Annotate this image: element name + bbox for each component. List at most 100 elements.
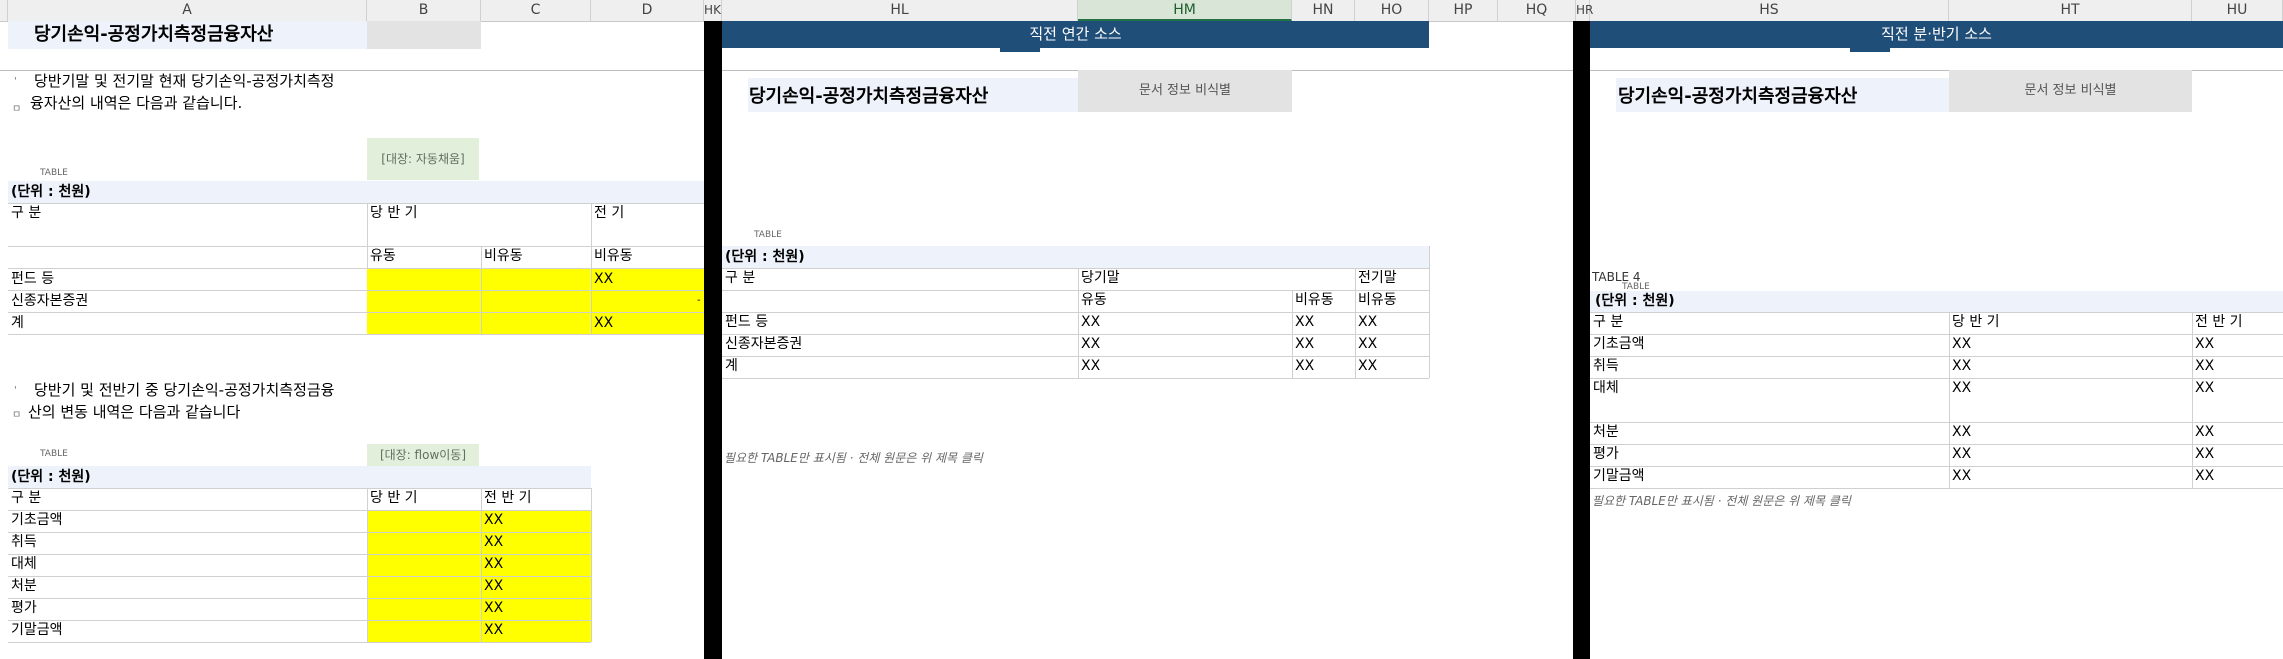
left-table-2-row-label: 대체	[11, 556, 37, 572]
mid-table-header-current: 당기말	[1081, 270, 1120, 286]
column-header-C[interactable]: C	[481, 0, 591, 21]
left-paragraph-2-line-2: 산의 변동 내역은 다음과 같습니다	[28, 403, 241, 421]
column-header-HM[interactable]: HM	[1078, 0, 1292, 21]
right-table-cell: XX	[2195, 446, 2215, 462]
right-doc-info: 문서 정보 비식별	[1949, 70, 2192, 112]
left-table-1-unit: (단위 : 천원)	[11, 184, 91, 200]
mid-table-subheader-current: 유동	[1081, 292, 1107, 308]
left-table-2-cell[interactable]: XX	[481, 510, 503, 530]
mid-doc-info: 문서 정보 비식별	[1078, 70, 1292, 112]
right-table-unit: (단위 : 천원)	[1595, 293, 1675, 309]
left-table-1-header-gubun: 구 분	[11, 205, 42, 221]
right-table-row-label: 평가	[1593, 446, 1619, 462]
column-header-HL[interactable]: HL	[722, 0, 1078, 21]
right-table-cell: XX	[1952, 424, 1972, 440]
column-header-B[interactable]: B	[367, 0, 481, 21]
left-table-2-row-label: 기초금액	[11, 512, 63, 528]
right-table-cell: XX	[1952, 446, 1972, 462]
left-paragraph-2-mark: ㅁ	[12, 410, 22, 421]
left-table-1-cell[interactable]: XX	[591, 269, 613, 289]
column-header-HS[interactable]: HS	[1590, 0, 1949, 21]
mid-table-cell: XX	[1358, 314, 1378, 330]
column-header-A[interactable]: A	[8, 0, 367, 21]
right-table-cell: XX	[2195, 468, 2215, 484]
mid-table-cell: XX	[1295, 314, 1315, 330]
mid-table-unit: (단위 : 천원)	[725, 249, 805, 265]
select-all-corner[interactable]	[0, 0, 8, 21]
right-table-row-label: 처분	[1593, 424, 1619, 440]
right-table-cell: XX	[2195, 358, 2215, 374]
left-table-1-input-area[interactable]	[367, 269, 704, 334]
left-table-2-header-gubun: 구 분	[11, 490, 42, 506]
separator-bar-right	[1573, 21, 1590, 659]
right-table-header-prior: 전 반 기	[2195, 314, 2243, 330]
mid-table-row-label: 계	[725, 358, 738, 374]
right-source-banner[interactable]: 직전 분·반기 소스	[1590, 21, 2283, 48]
left-table-2-cell[interactable]: XX	[481, 532, 503, 552]
right-banner-notch	[1850, 46, 1890, 52]
right-table-cell: XX	[1952, 336, 1972, 352]
mid-banner-notch	[1000, 46, 1040, 52]
left-table-1-subheader-prior-noncurrent: 비유동	[594, 248, 633, 264]
left-table-2-label: TABLE	[40, 449, 68, 459]
mid-table-cell: XX	[1081, 314, 1101, 330]
left-table-1-row-label: 계	[11, 315, 24, 331]
left-page-title: 당기손익-공정가치측정금융자산	[34, 24, 274, 45]
right-table-cell: XX	[2195, 424, 2215, 440]
column-header-HQ[interactable]: HQ	[1498, 0, 1576, 21]
left-table-2-row-label: 처분	[11, 578, 37, 594]
mid-source-banner[interactable]: 직전 연간 소스	[722, 21, 1429, 48]
left-table-2-cell[interactable]: XX	[481, 620, 503, 640]
right-table-cell: XX	[1952, 468, 1972, 484]
left-table-2-row-label: 기말금액	[11, 622, 63, 638]
left-table-2-cell[interactable]: XX	[481, 598, 503, 618]
left-paragraph-2-tick: '	[14, 385, 17, 396]
mid-table-subheader-prior-noncurrent: 비유동	[1358, 292, 1397, 308]
right-table-row-label: 대체	[1593, 380, 1619, 396]
left-paragraph-1-mark: ㅁ	[12, 104, 22, 115]
left-paragraph-1-line-1: 당반기말 및 전기말 현재 당기손익-공정가치측정	[34, 72, 335, 90]
right-table-cell: XX	[1952, 380, 1972, 396]
mid-table-subheader-noncurrent: 비유동	[1295, 292, 1334, 308]
column-header-HR[interactable]: HR	[1576, 0, 1593, 21]
left-table-1-cell[interactable]: XX	[591, 313, 613, 333]
left-title-gray-cell	[367, 21, 481, 49]
left-table-1-header-current: 당 반 기	[370, 205, 418, 221]
mid-table-row-label: 신종자본증권	[725, 336, 803, 352]
left-table-2-cell[interactable]: XX	[481, 554, 503, 574]
left-table-2-unit-row	[8, 466, 591, 488]
mid-table-header-prior: 전기말	[1358, 270, 1397, 286]
left-table-1-row-label: 펀드 등	[11, 271, 55, 287]
left-table-1-subheader-noncurrent: 비유동	[484, 248, 523, 264]
mid-table-cell: XX	[1358, 358, 1378, 374]
left-table-2-header-prior: 전 반 기	[484, 490, 532, 506]
left-table-2-header-current: 당 반 기	[370, 490, 418, 506]
column-header-bar: A B C D HK HL HM HN HO HP HQ HR HS HT HU	[0, 0, 2283, 22]
column-header-HO[interactable]: HO	[1355, 0, 1429, 21]
column-header-HU[interactable]: HU	[2192, 0, 2283, 21]
mid-title[interactable]: 당기손익-공정가치측정금융자산	[749, 85, 988, 109]
mid-table-label: TABLE	[754, 230, 782, 240]
mid-table-cell: XX	[1295, 336, 1315, 352]
right-title[interactable]: 당기손익-공정가치측정금융자산	[1618, 85, 1857, 109]
column-header-HK[interactable]: HK	[704, 0, 722, 21]
right-table-cell: XX	[2195, 380, 2215, 396]
right-table-row-label: 기초금액	[1593, 336, 1645, 352]
mid-note: 필요한 TABLE만 표시됨 · 전체 원문은 위 제목 클릭	[724, 451, 983, 465]
left-target-label-2: [대장: flow이동]	[367, 444, 479, 466]
right-table-header-gubun: 구 분	[1593, 314, 1624, 330]
left-table-1-dash: -	[697, 295, 701, 306]
left-paragraph-2-line-1: 당반기 및 전반기 중 당기손익-공정가치측정금융	[34, 381, 335, 399]
column-header-HT[interactable]: HT	[1949, 0, 2192, 21]
column-header-HP[interactable]: HP	[1429, 0, 1498, 21]
column-header-D[interactable]: D	[591, 0, 704, 21]
separator-bar-left	[704, 21, 722, 659]
column-header-HN[interactable]: HN	[1292, 0, 1355, 21]
mid-table-unit-row	[722, 246, 1429, 268]
right-table-unit-row	[1590, 291, 2283, 312]
left-table-2-cell[interactable]: XX	[481, 576, 503, 596]
mid-table-header-gubun: 구 분	[725, 270, 756, 286]
left-table-1-label: TABLE	[40, 168, 68, 178]
left-table-1-row-label: 신종자본증권	[11, 293, 89, 309]
left-table-1-subheader-current: 유동	[370, 248, 396, 264]
